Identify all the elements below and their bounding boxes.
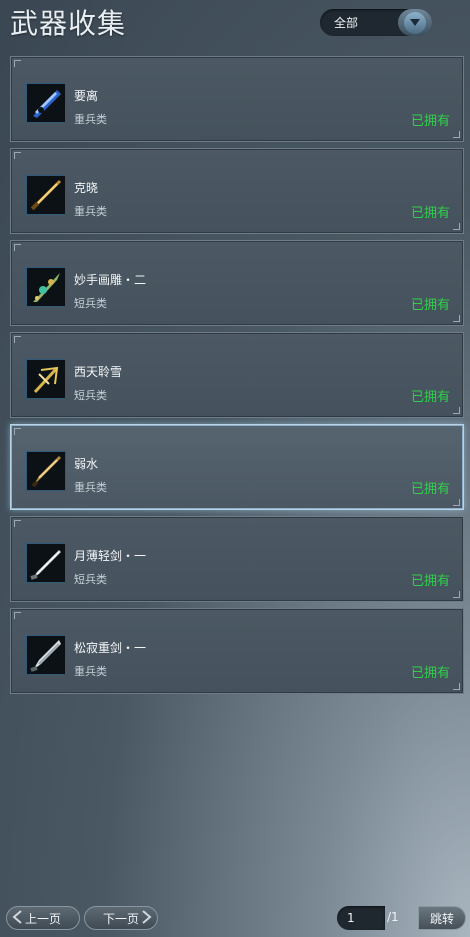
bronze-blade-icon — [26, 451, 66, 491]
owned-status: 已拥有 — [410, 298, 450, 313]
weapon-card[interactable]: 西天聆雪 短兵类 已拥有 — [10, 332, 464, 418]
blue-glaive-icon — [26, 83, 66, 123]
weapon-category: 重兵类 — [74, 205, 107, 218]
filter-selected-label: 全部 — [334, 16, 359, 30]
weapon-card[interactable]: 松寂重剑・一 重兵类 已拥有 — [10, 608, 464, 694]
total-pages: /1 — [387, 910, 399, 924]
weapon-category: 短兵类 — [74, 389, 107, 402]
page-number-input[interactable]: 1 — [337, 906, 385, 930]
weapon-name: 克晓 — [74, 181, 99, 195]
weapon-list: 要离 重兵类 已拥有 克晓 重兵类 已拥有 妙手画雕・二 短兵类 已拥有 西天聆… — [10, 56, 464, 700]
weapon-name: 妙手画雕・二 — [74, 273, 147, 287]
owned-status: 已拥有 — [410, 482, 450, 497]
weapon-category: 重兵类 — [74, 665, 107, 678]
weapon-category: 重兵类 — [74, 481, 107, 494]
owned-status: 已拥有 — [410, 666, 450, 681]
prev-page-label: 上一页 — [24, 911, 61, 926]
weapon-name: 西天聆雪 — [74, 365, 123, 379]
chevron-down-icon — [404, 11, 426, 34]
owned-status: 已拥有 — [410, 574, 450, 589]
owned-status: 已拥有 — [410, 390, 450, 405]
dropdown-toggle[interactable] — [398, 9, 432, 36]
next-page-label: 下一页 — [102, 911, 139, 926]
owned-status: 已拥有 — [410, 114, 450, 129]
chevron-right-icon — [142, 910, 152, 924]
jump-button[interactable]: 跳转 — [418, 906, 466, 930]
weapon-name: 弱水 — [74, 457, 99, 471]
chevron-left-icon — [12, 910, 22, 924]
weapon-category: 短兵类 — [74, 573, 107, 586]
weapon-category: 短兵类 — [74, 297, 107, 310]
weapon-category: 重兵类 — [74, 113, 107, 126]
weapon-name: 松寂重剑・一 — [74, 641, 147, 655]
weapon-card-selected[interactable]: 弱水 重兵类 已拥有 — [10, 424, 464, 510]
prev-page-button[interactable]: 上一页 — [6, 906, 80, 930]
weapon-card[interactable]: 要离 重兵类 已拥有 — [10, 56, 464, 142]
weapon-name: 月薄轻剑・一 — [74, 549, 147, 563]
owned-status: 已拥有 — [410, 206, 450, 221]
page-title: 武器收集 — [10, 7, 127, 40]
jeweled-dagger-icon — [26, 267, 66, 307]
silver-greatsword-icon — [26, 635, 66, 675]
weapon-card[interactable]: 月薄轻剑・一 短兵类 已拥有 — [10, 516, 464, 602]
silver-sword-icon — [26, 543, 66, 583]
weapon-card[interactable]: 妙手画雕・二 短兵类 已拥有 — [10, 240, 464, 326]
next-page-button[interactable]: 下一页 — [84, 906, 158, 930]
category-filter-dropdown[interactable]: 全部 — [320, 9, 432, 36]
weapon-card[interactable]: 克晓 重兵类 已拥有 — [10, 148, 464, 234]
trident-blade-icon — [26, 359, 66, 399]
weapon-name: 要离 — [74, 89, 99, 103]
golden-blade-icon — [26, 175, 66, 215]
